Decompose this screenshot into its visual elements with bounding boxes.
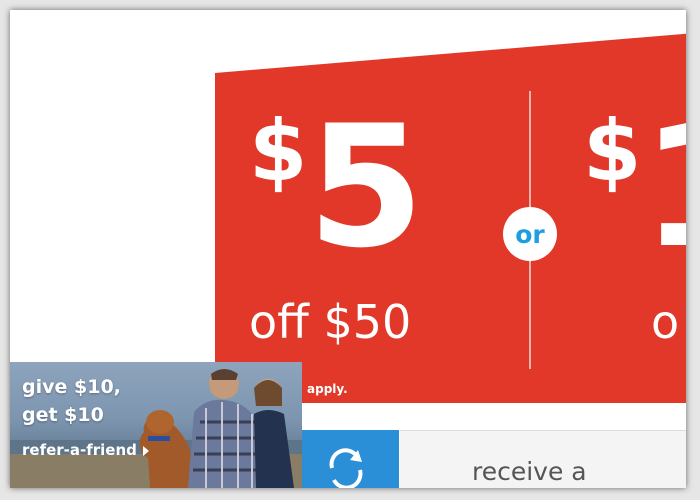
offer2-condition: o [651, 295, 680, 349]
refer-a-friend-banner[interactable]: give $10, get $10 refer-a-friend [10, 362, 302, 488]
blue-promo-tile[interactable] [302, 430, 399, 488]
receive-card[interactable]: receive a [400, 430, 686, 488]
refer-link-label: refer-a-friend [22, 441, 137, 459]
page-frame: $5 off $50 or $1 o apply. [10, 10, 686, 488]
refer-a-friend-link[interactable]: refer-a-friend [22, 441, 149, 459]
receive-text: receive a [472, 457, 587, 486]
chevron-right-icon [142, 445, 149, 456]
offer1-condition: off $50 [249, 295, 412, 349]
refer-headline-line2: get $10 [22, 404, 104, 426]
refresh-icon [324, 444, 368, 488]
or-badge: or [503, 207, 557, 261]
fine-print: apply. [307, 382, 348, 396]
offer1-amount: $5 [249, 89, 424, 285]
offer2-amount: $1 [583, 102, 686, 271]
promo-banner[interactable]: $5 off $50 or $1 o apply. [215, 33, 686, 403]
refer-headline-line1: give $10, [22, 376, 121, 398]
